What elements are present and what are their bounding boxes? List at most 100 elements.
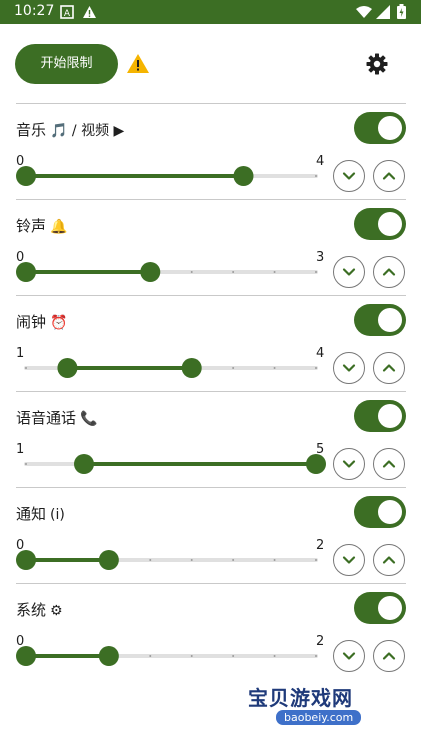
- svg-text:A: A: [64, 9, 71, 19]
- watermark-text: 宝贝游戏网: [248, 686, 353, 710]
- chevron-up-icon: [382, 556, 396, 564]
- slider-tick: [232, 559, 235, 561]
- slider-tick: [273, 559, 276, 561]
- slider-tick: [149, 655, 152, 657]
- battery-icon: [397, 4, 406, 23]
- range-slider[interactable]: [16, 260, 326, 284]
- slider-tick: [232, 271, 235, 273]
- slider-thumb-low[interactable]: [57, 358, 78, 378]
- channel-name: 语音通话: [16, 409, 77, 427]
- channel-label: 通知 (i): [16, 503, 65, 524]
- slider-thumb-high[interactable]: [233, 166, 254, 186]
- channel-toggle[interactable]: [354, 496, 406, 528]
- channel-toggle[interactable]: [354, 208, 406, 240]
- slider-tick: [190, 271, 193, 273]
- range-slider[interactable]: [16, 548, 326, 572]
- range-slider[interactable]: [16, 356, 326, 380]
- watermark-logo: 宝贝游戏网 baobeiy.com: [248, 662, 388, 732]
- slider-thumb-high[interactable]: [98, 550, 119, 570]
- decrease-button[interactable]: [333, 448, 365, 480]
- channel-emoji: 📞: [80, 411, 98, 427]
- slider-tick: [273, 271, 276, 273]
- channel-notification: 通知 (i) 0 2: [16, 487, 406, 583]
- warning-icon[interactable]: [126, 53, 150, 78]
- chevron-down-icon: [342, 268, 356, 276]
- chevron-down-icon: [342, 364, 356, 372]
- gear-icon[interactable]: [365, 52, 389, 80]
- decrease-button[interactable]: [333, 160, 365, 192]
- channel-name: 闹钟: [16, 313, 47, 331]
- channel-emoji: 🎵 / 视频 ▶: [50, 123, 125, 139]
- chevron-up-icon: [382, 268, 396, 276]
- increase-button[interactable]: [373, 352, 405, 384]
- decrease-button[interactable]: [333, 256, 365, 288]
- decrease-button[interactable]: [333, 352, 365, 384]
- slider-tick: [25, 463, 27, 465]
- slider-thumb-low[interactable]: [16, 166, 36, 186]
- toggle-knob: [378, 212, 402, 236]
- slider-tick: [315, 271, 317, 273]
- signal-icon: [376, 4, 390, 23]
- toggle-knob: [378, 500, 402, 524]
- channel-label: 铃声 🔔: [16, 215, 67, 236]
- channel-toggle[interactable]: [354, 592, 406, 624]
- slider-tick: [149, 559, 152, 561]
- status-bar: 10:27 A: [0, 0, 421, 24]
- decrease-button[interactable]: [333, 544, 365, 576]
- channel-ring: 铃声 🔔 0 3: [16, 199, 406, 295]
- channel-label: 语音通话 📞: [16, 407, 97, 428]
- channel-toggle[interactable]: [354, 304, 406, 336]
- channel-emoji: 🔔: [50, 219, 68, 235]
- slider-tick: [315, 175, 317, 177]
- start-limit-button[interactable]: 开始限制: [15, 44, 118, 84]
- slider-tick: [273, 655, 276, 657]
- slider-tick: [315, 655, 317, 657]
- channel-emoji: ⏰: [50, 315, 68, 331]
- a-box-icon: A: [60, 4, 74, 23]
- channel-label: 闹钟 ⏰: [16, 311, 67, 332]
- watermark-url: baobeiy.com: [276, 710, 362, 725]
- slider-thumb-low[interactable]: [16, 550, 36, 570]
- channel-name: 通知: [16, 505, 47, 523]
- slider-tick: [190, 655, 193, 657]
- slider-tick: [25, 367, 27, 369]
- chevron-up-icon: [382, 364, 396, 372]
- channel-media: 音乐 🎵 / 视频 ▶ 0 4: [16, 103, 406, 199]
- channel-call: 语音通话 📞 1 5: [16, 391, 406, 487]
- slider-thumb-high[interactable]: [306, 454, 326, 474]
- range-slider[interactable]: [16, 164, 326, 188]
- chevron-down-icon: [342, 556, 356, 564]
- slider-thumb-high[interactable]: [181, 358, 202, 378]
- warning-icon: [82, 4, 97, 23]
- slider-tick: [273, 367, 276, 369]
- toggle-knob: [378, 404, 402, 428]
- channel-toggle[interactable]: [354, 112, 406, 144]
- channel-label: 系统 ⚙: [16, 599, 63, 620]
- status-time: 10:27: [14, 3, 55, 19]
- range-slider[interactable]: [16, 452, 326, 476]
- slider-thumb-low[interactable]: [74, 454, 94, 474]
- increase-button[interactable]: [373, 448, 405, 480]
- toggle-knob: [378, 308, 402, 332]
- wifi-icon: [356, 4, 372, 23]
- chevron-up-icon: [382, 460, 396, 468]
- increase-button[interactable]: [373, 544, 405, 576]
- channel-name: 铃声: [16, 217, 47, 235]
- slider-thumb-high[interactable]: [98, 646, 119, 666]
- slider-tick: [315, 559, 317, 561]
- increase-button[interactable]: [373, 160, 405, 192]
- slider-tick: [315, 367, 317, 369]
- slider-thumb-high[interactable]: [140, 262, 161, 282]
- channel-emoji: ⚙: [50, 603, 63, 619]
- channel-toggle[interactable]: [354, 400, 406, 432]
- toggle-knob: [378, 116, 402, 140]
- slider-thumb-low[interactable]: [16, 262, 36, 282]
- channel-alarm: 闹钟 ⏰ 1 4: [16, 295, 406, 391]
- increase-button[interactable]: [373, 256, 405, 288]
- channel-emoji: (i): [50, 507, 65, 523]
- slider-thumb-low[interactable]: [16, 646, 36, 666]
- slider-tick: [232, 367, 235, 369]
- chevron-down-icon: [342, 460, 356, 468]
- channel-name: 音乐: [16, 121, 47, 139]
- chevron-down-icon: [342, 172, 356, 180]
